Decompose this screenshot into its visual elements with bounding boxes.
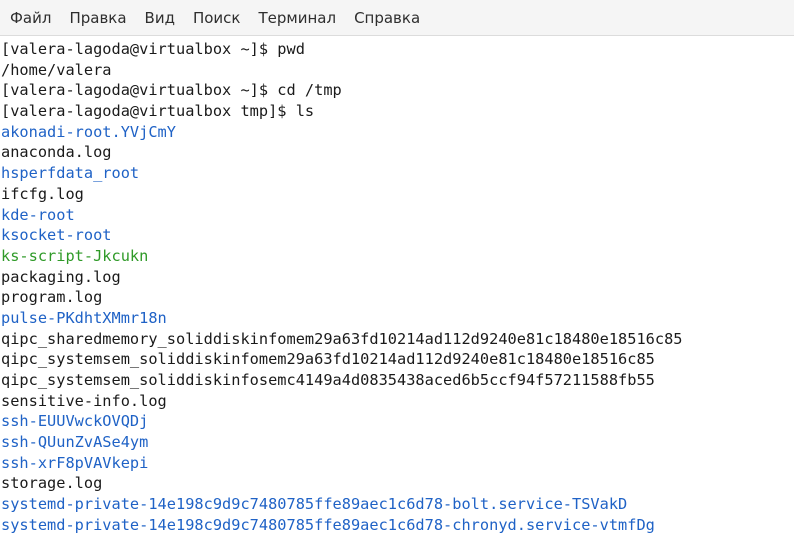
- menu-view[interactable]: Вид: [145, 9, 175, 27]
- menu-search[interactable]: Поиск: [193, 9, 241, 27]
- terminal-output-line: /home/valera: [1, 60, 112, 79]
- terminal-prompt-line: [valera-lagoda@virtualbox ~]$ pwd: [1, 40, 305, 58]
- terminal-output-line: program.log: [1, 288, 103, 307]
- terminal-output-line: systemd-private-14e198c9d9c7480785ffe89a…: [1, 515, 655, 534]
- menu-terminal[interactable]: Терминал: [258, 9, 336, 27]
- terminal-output-line: qipc_systemsem_soliddiskinfomem29a63fd10…: [1, 350, 655, 369]
- terminal-output-line: sensitive-info.log: [1, 391, 167, 410]
- terminal-window: Файл Правка Вид Поиск Терминал Справка […: [0, 0, 794, 534]
- terminal-output-line: kde-root: [1, 205, 75, 224]
- terminal-output-line: qipc_sharedmemory_soliddiskinfomem29a63f…: [1, 329, 683, 348]
- terminal-prompt-line: [valera-lagoda@virtualbox ~]$ cd /tmp: [1, 81, 342, 100]
- terminal-output-line: hsperfdata_root: [1, 164, 140, 183]
- terminal-output-line: systemd-private-14e198c9d9c7480785ffe89a…: [1, 495, 628, 514]
- terminal-prompt-line: [valera-lagoda@virtualbox tmp]$ ls: [1, 102, 315, 121]
- menu-help[interactable]: Справка: [354, 9, 420, 27]
- terminal-output-line: ifcfg.log: [1, 184, 84, 203]
- menu-edit[interactable]: Правка: [69, 9, 126, 27]
- menu-file[interactable]: Файл: [10, 9, 51, 27]
- terminal-output-line: ssh-QUunZvASe4ym: [1, 433, 149, 452]
- terminal-output-line: ssh-EUUVwckOVQDj: [1, 412, 149, 431]
- terminal-output-line: akonadi-root.YVjCmY: [1, 122, 176, 141]
- terminal-output-line: storage.log: [1, 474, 103, 493]
- terminal-output-line: anaconda.log: [1, 143, 112, 162]
- terminal-output-line: ksocket-root: [1, 226, 112, 245]
- menu-bar: Файл Правка Вид Поиск Терминал Справка: [0, 0, 794, 36]
- terminal-output-line: pulse-PKdhtXMmr18n: [1, 308, 167, 327]
- terminal-output-line: packaging.log: [1, 267, 121, 286]
- terminal-output-line: ssh-xrF8pVAVkepi: [1, 453, 149, 472]
- terminal-output-line: qipc_systemsem_soliddiskinfosemc4149a4d0…: [1, 371, 655, 389]
- terminal-output[interactable]: [valera-lagoda@virtualbox ~]$ pwd/home/v…: [0, 36, 794, 534]
- terminal-output-line: ks-script-Jkcukn: [1, 246, 149, 265]
